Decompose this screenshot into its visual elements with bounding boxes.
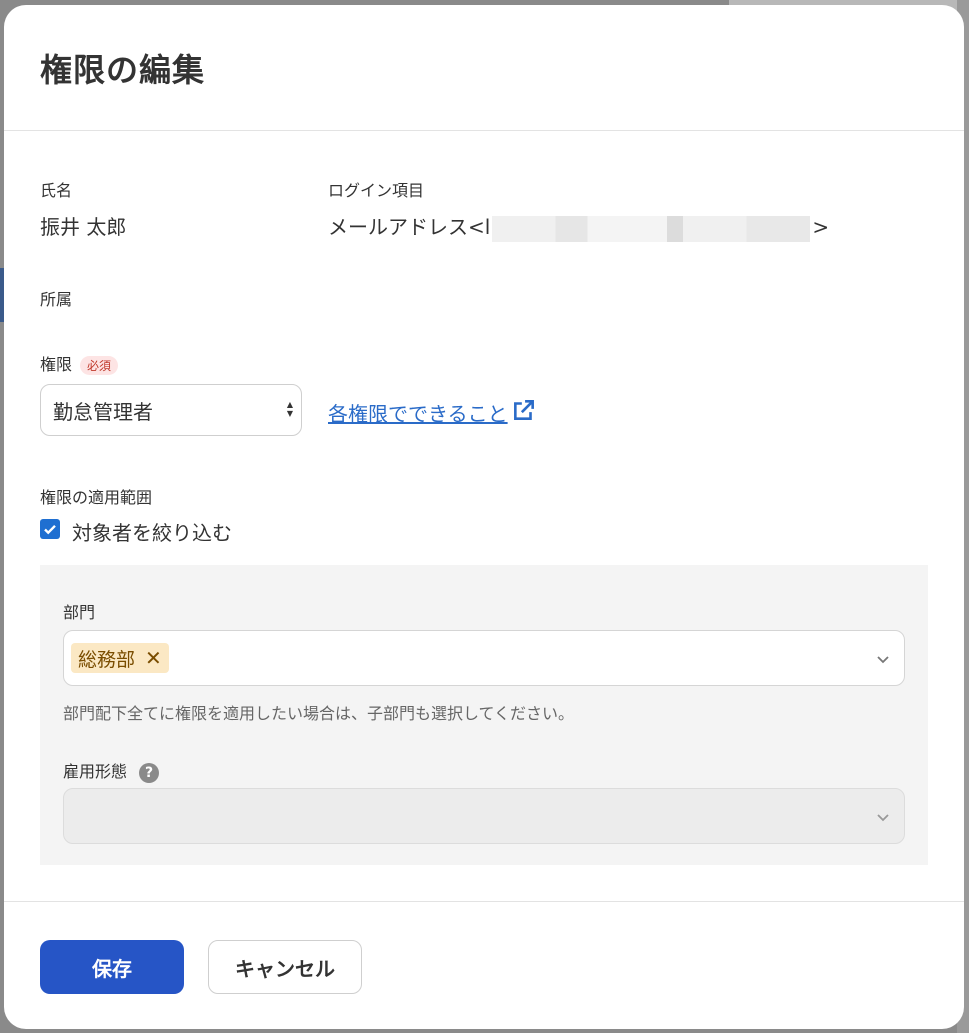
department-tag-label: 総務部 — [78, 648, 136, 671]
question-circle-icon[interactable]: ? — [139, 762, 160, 783]
employment-select — [63, 788, 905, 844]
cancel-button[interactable]: キャンセル — [208, 940, 362, 994]
dialog-footer: 保存 キャンセル — [4, 901, 964, 1029]
chevron-down-icon — [876, 808, 890, 827]
permission-help-link[interactable]: 各権限でできること — [328, 397, 537, 428]
login-item-value: メールアドレス<l > — [328, 211, 829, 242]
permission-label: 権限 必須 — [40, 351, 119, 375]
employment-label: 雇用形態? — [63, 758, 160, 783]
close-icon[interactable]: ✕ — [145, 646, 162, 670]
department-hint: 部門配下全てに権限を適用したい場合は、子部門も選択してください。 — [63, 704, 575, 723]
login-item-label: ログイン項目 — [328, 181, 425, 200]
login-email-prefix: メールアドレス<l — [328, 215, 491, 239]
external-link-icon — [511, 397, 537, 428]
permission-help-link-text: 各権限でできること — [328, 402, 508, 426]
permission-select[interactable]: 勤怠管理者 ▲ ▼ — [40, 384, 302, 436]
department-tag: 総務部 ✕ — [71, 643, 169, 673]
narrow-checkbox-label[interactable]: 対象者を絞り込む — [72, 517, 232, 546]
name-value: 振井 太郎 — [40, 215, 127, 239]
affiliation-label: 所属 — [40, 290, 73, 309]
chevron-down-icon — [876, 650, 890, 669]
scope-filter-panel: 部門 総務部 ✕ 部門配下全てに権限を適用したい場合は、子部門も選択してください… — [40, 565, 928, 865]
dialog-title: 権限の編集 — [40, 50, 206, 89]
permission-select-value: 勤怠管理者 — [53, 399, 153, 424]
department-select[interactable]: 総務部 ✕ — [63, 630, 905, 686]
redacted-email — [492, 215, 811, 242]
dialog-header: 権限の編集 — [4, 5, 964, 131]
check-icon — [44, 524, 56, 535]
edit-permission-dialog: 権限の編集 氏名 振井 太郎 ログイン項目 メールアドレス<l > 所属 権限 必須… — [4, 5, 964, 1029]
narrow-checkbox[interactable] — [40, 519, 60, 539]
permission-label-text: 権限 — [40, 355, 73, 374]
employment-label-text: 雇用形態 — [63, 762, 128, 781]
department-label: 部門 — [63, 603, 96, 622]
login-email-suffix: > — [812, 215, 830, 239]
name-label: 氏名 — [40, 181, 73, 200]
scope-label: 権限の適用範囲 — [40, 488, 153, 507]
select-arrows-icon: ▲ ▼ — [286, 400, 293, 418]
required-badge: 必須 — [80, 356, 119, 375]
save-button[interactable]: 保存 — [40, 940, 184, 994]
